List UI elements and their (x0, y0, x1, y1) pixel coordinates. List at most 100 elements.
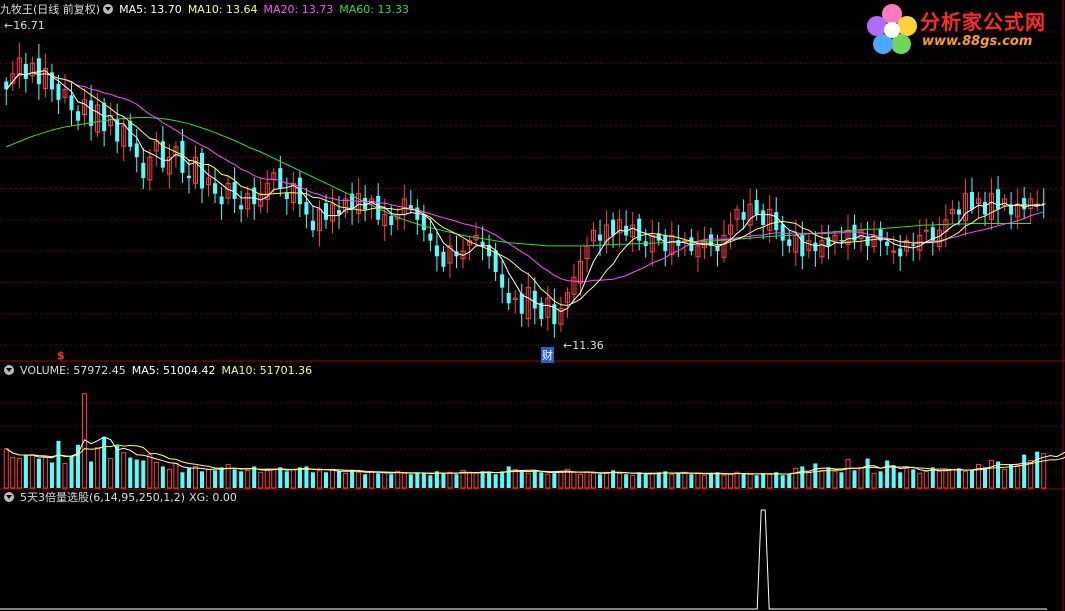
volume-bar-down (441, 473, 446, 488)
volume-bar-up (525, 472, 531, 489)
candle-body-down (754, 200, 759, 215)
volume-bar-up (871, 472, 877, 489)
candle-body-down (826, 237, 831, 246)
volume-bar-down (186, 468, 191, 488)
arrow-left-icon: ← (563, 339, 573, 352)
volume-bar-up (401, 472, 407, 489)
volume-bar-down (656, 472, 661, 488)
volume-bar-down (350, 470, 355, 488)
volume-bar-up (832, 470, 838, 489)
candle-body-down (996, 189, 1001, 210)
volume-bar-down (389, 474, 394, 488)
volume-bar-up (95, 447, 101, 489)
finance-event-marker[interactable]: 财 (541, 347, 554, 363)
candle-body-down (774, 212, 779, 231)
ma10-line (5, 72, 1044, 306)
ma20-line (5, 72, 1044, 283)
flower-logo-icon (867, 4, 917, 54)
volume-bar-up (721, 474, 727, 489)
dropdown-icon[interactable] (103, 4, 114, 14)
volume-bar-down (363, 474, 368, 488)
volume-bar-up (793, 467, 799, 489)
vol-ma5-readout: MA5: 51004.42 (131, 364, 216, 377)
candle-body-down (741, 212, 746, 220)
volume-bar-down (337, 471, 342, 488)
volume-bar-up (369, 470, 375, 489)
candle-body-down (982, 202, 988, 215)
logo-url: www.88gs.com (922, 34, 1033, 49)
volume-bar-up (989, 460, 995, 489)
candle-body-down (761, 210, 766, 226)
candle-body-down (389, 216, 394, 226)
candle-body-down (839, 240, 844, 242)
volume-bar-up (264, 469, 270, 489)
volume-bar-up (343, 472, 349, 489)
volume-bar-up (734, 471, 740, 489)
candle-body-down (911, 244, 916, 246)
volume-bar-down (180, 472, 185, 488)
volume-bar-down (252, 466, 257, 488)
volume-bar-down (115, 445, 120, 488)
volume-bar-down (865, 458, 870, 488)
volume-bar-down (408, 474, 413, 488)
volume-bar-down (415, 472, 420, 488)
candle-body-down (787, 239, 792, 246)
ma5-line (5, 70, 1044, 313)
logo-title: 分析家公式网 (920, 10, 1046, 34)
volume-bar-up (3, 448, 9, 489)
volume-bar-down (878, 471, 883, 488)
candle-body-down (23, 63, 28, 79)
volume-bar-down (1009, 464, 1014, 488)
price-panel-header: 九牧王(日线 前复权) MA5: 13.70 MA10: 13.64 MA20: 13… (0, 3, 415, 17)
dividend-marker[interactable]: $ (57, 349, 65, 362)
candle-body-down (141, 162, 146, 179)
volume-bar-up (258, 471, 264, 489)
dropdown-icon[interactable] (4, 365, 14, 375)
candle-body-down (219, 196, 224, 205)
candle-body-down (323, 203, 329, 220)
candle-body-down (676, 240, 681, 246)
volume-bar-down (199, 471, 205, 488)
volume-bar-up (936, 470, 942, 489)
volume-bar-down (239, 471, 244, 488)
candle-body-down (800, 235, 805, 257)
volume-bar-down (637, 472, 642, 488)
candle-body-down (76, 111, 81, 121)
candle-body-down (500, 274, 505, 288)
volume-bar-down (69, 455, 74, 488)
volume-bar-up (695, 472, 701, 489)
ma60-line (6, 117, 1031, 247)
site-logo[interactable]: 分析家公式网 www.88gs.com (862, 0, 1065, 60)
candle-body-down (611, 219, 616, 236)
volume-bar-down (141, 460, 146, 488)
volume-bar-down (839, 472, 844, 488)
candle-body-down (885, 241, 890, 246)
volume-bar-down (454, 474, 459, 488)
volume-bar-down (310, 472, 315, 488)
dropdown-icon[interactable] (4, 492, 14, 502)
chart-canvas[interactable] (0, 0, 1065, 611)
arrow-left-icon: ← (4, 19, 14, 32)
volume-bar-up (604, 471, 610, 489)
volume-bar-up (845, 459, 851, 489)
candle-body-down (434, 245, 439, 257)
ma20-readout: MA20: 13.73 (263, 3, 334, 16)
volume-bar-down (213, 470, 218, 488)
high-price-value: 16.71 (13, 19, 45, 32)
candle-body-down (813, 242, 818, 252)
volume-bar-down (128, 457, 133, 488)
volume-bar-down (689, 474, 694, 488)
volume-bar-up (545, 473, 551, 489)
volume-bar-down (297, 467, 302, 488)
volume-bar-up (630, 474, 636, 489)
volume-bar-up (29, 454, 35, 489)
volume-bar-down (539, 472, 544, 488)
candle-body-down (213, 183, 218, 194)
candle-body-down (898, 248, 903, 257)
volume-bar-up (858, 466, 864, 489)
indicator-panel-header: 5天3倍量选股(6,14,95,250,1,2) XG: 0.00 (0, 491, 243, 505)
candle-body-down (310, 220, 315, 231)
volume-bar-up (577, 473, 583, 489)
candle-body-down (969, 192, 974, 210)
volume-bar-down (428, 475, 433, 488)
